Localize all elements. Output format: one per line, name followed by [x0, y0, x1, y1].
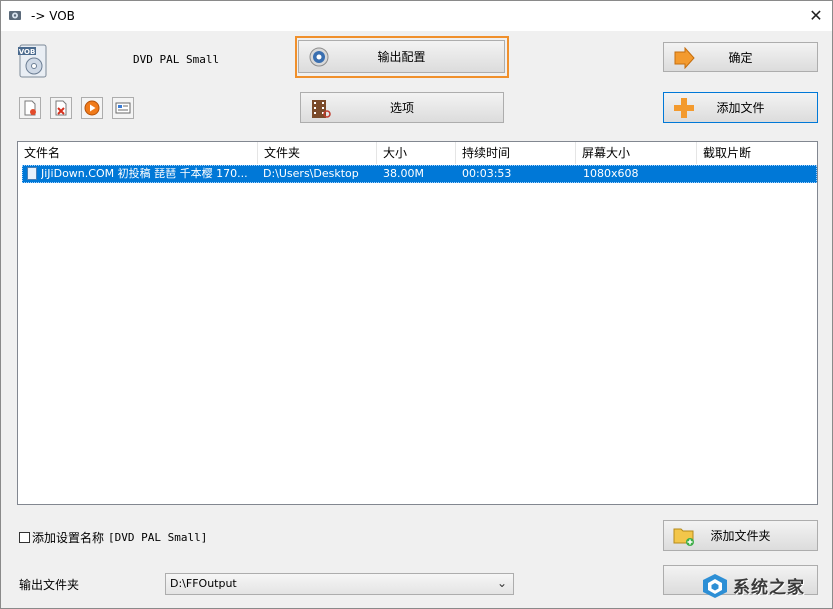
- add-folder-button[interactable]: 添加文件夹: [663, 520, 818, 551]
- clear-list-icon: [55, 100, 67, 116]
- media-info-button[interactable]: [112, 97, 134, 119]
- watermark-logo-icon: [703, 573, 727, 598]
- remove-file-icon: [24, 100, 36, 116]
- remove-file-button[interactable]: [19, 97, 41, 119]
- play-button[interactable]: [81, 97, 103, 119]
- add-preset-name-label: 添加设置名称: [32, 530, 105, 545]
- output-config-label: 输出配置: [377, 50, 426, 64]
- output-folder-value: D:\FFOutput: [170, 577, 237, 590]
- file-icon: [27, 167, 37, 180]
- column-header-clip[interactable]: 截取片断: [697, 142, 817, 164]
- cell-filename: JiJiDown.COM 初投稿 琵琶 千本樱 170...: [41, 167, 248, 180]
- watermark: 系统之家: [701, 561, 833, 609]
- title-bar: -> VOB ✕: [1, 1, 832, 31]
- column-header-filename[interactable]: 文件名: [18, 142, 258, 164]
- options-button[interactable]: 选项: [300, 92, 504, 123]
- table-row[interactable]: JiJiDown.COM 初投稿 琵琶 千本樱 170... D:\Users\…: [22, 165, 817, 183]
- options-label: 选项: [389, 101, 414, 115]
- play-icon: [84, 100, 100, 116]
- file-list[interactable]: 文件名 文件夹 大小 持续时间 屏幕大小 截取片断 JiJiDown.COM 初…: [17, 141, 818, 505]
- preset-name: DVD PAL Small: [133, 53, 220, 66]
- chevron-down-icon: ⌄: [496, 576, 507, 590]
- output-folder-label: 输出文件夹: [19, 578, 80, 592]
- file-list-header: 文件名 文件夹 大小 持续时间 屏幕大小 截取片断: [18, 142, 817, 164]
- add-file-label: 添加文件: [716, 101, 765, 115]
- output-config-button[interactable]: 输出配置: [298, 40, 505, 73]
- ok-label: 确定: [728, 50, 753, 65]
- column-header-screen-size[interactable]: 屏幕大小: [576, 142, 697, 164]
- add-folder-label: 添加文件夹: [710, 529, 771, 543]
- window-title: -> VOB: [31, 9, 75, 23]
- preset-tag: [DVD PAL Small]: [108, 530, 208, 544]
- column-header-size[interactable]: 大小: [377, 142, 456, 164]
- add-file-button[interactable]: 添加文件: [663, 92, 818, 123]
- add-preset-name-checkbox[interactable]: [19, 531, 30, 543]
- vob-format-icon: VOB: [18, 44, 47, 78]
- column-header-folder[interactable]: 文件夹: [258, 142, 377, 164]
- cell-size: 38.00M: [383, 167, 424, 180]
- app-window: -> VOB ✕ VOB DVD PAL Small 输出配置 确定 选项 添加…: [0, 0, 833, 609]
- cell-folder: D:\Users\Desktop: [263, 167, 359, 180]
- cell-duration: 00:03:53: [462, 167, 512, 180]
- vob-icon-text: VOB: [19, 48, 36, 56]
- cell-clip: [703, 166, 813, 182]
- column-header-duration[interactable]: 持续时间: [456, 142, 576, 164]
- close-button[interactable]: ✕: [801, 5, 831, 27]
- media-info-icon: [115, 102, 131, 114]
- clear-list-button[interactable]: [50, 97, 72, 119]
- watermark-text: 系统之家: [733, 578, 805, 598]
- output-folder-select[interactable]: D:\FFOutput ⌄: [165, 573, 514, 595]
- app-icon: [9, 11, 21, 20]
- ok-button[interactable]: 确定: [663, 42, 818, 72]
- add-preset-name-option[interactable]: 添加设置名称 [DVD PAL Small]: [19, 530, 208, 545]
- cell-screen-size: 1080x608: [583, 167, 639, 180]
